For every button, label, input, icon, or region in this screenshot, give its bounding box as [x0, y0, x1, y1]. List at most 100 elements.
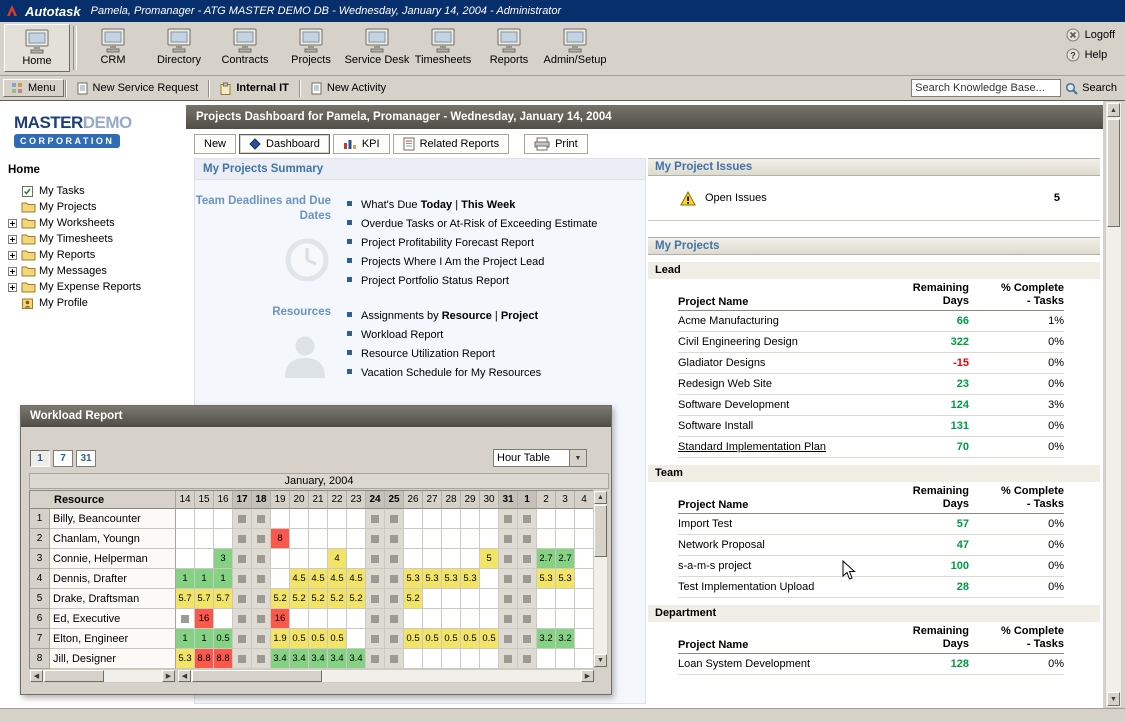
open-issues-link[interactable]: Open Issues [705, 192, 767, 204]
workload-hours-cell[interactable]: 3.4 [309, 649, 328, 669]
sidebar-item-my-projects[interactable]: My Projects [0, 199, 186, 215]
help-button[interactable]: ?Help [1066, 48, 1115, 62]
workload-hours-cell[interactable]: 2.7 [537, 549, 556, 569]
workload-hours-cell[interactable]: 0.5 [290, 629, 309, 649]
summary-link[interactable]: What's Due Today | This Week [347, 196, 645, 215]
sidebar-item-my-timesheets[interactable]: My Timesheets [0, 231, 186, 247]
toolbar-projects-button[interactable]: Projects [278, 24, 344, 72]
workload-hours-cell[interactable]: 5.2 [309, 589, 328, 609]
workload-hours-cell[interactable]: 0.5 [461, 629, 480, 649]
toolbar-home-button[interactable]: Home [4, 24, 70, 72]
workload-hours-cell[interactable]: 1 [195, 569, 214, 589]
scroll-left-button[interactable]: ◀ [178, 670, 191, 682]
calendar-7-day-button[interactable]: 7 [53, 450, 73, 467]
tab-related-reports[interactable]: Related Reports [393, 134, 510, 154]
workload-hours-cell[interactable]: 5.2 [271, 589, 290, 609]
workload-hours-cell[interactable]: 5.2 [347, 589, 366, 609]
resource-name-link[interactable]: Jill, Designer [50, 649, 176, 669]
summary-link[interactable]: Project Portfolio Status Report [347, 272, 645, 291]
workload-hours-cell[interactable]: 3 [214, 549, 233, 569]
tab-dashboard[interactable]: Dashboard [239, 134, 330, 154]
workload-hours-cell[interactable]: 5.2 [290, 589, 309, 609]
project-name-link[interactable]: Test Implementation Upload [678, 581, 874, 593]
workload-hours-cell[interactable]: 5.3 [423, 569, 442, 589]
workload-hours-cell[interactable]: 5.2 [328, 589, 347, 609]
workload-hours-cell[interactable]: 4.5 [309, 569, 328, 589]
scroll-thumb[interactable] [594, 505, 607, 557]
workload-hours-cell[interactable]: 0.5 [404, 629, 423, 649]
resource-name-link[interactable]: Ed, Executive [50, 609, 176, 629]
sidebar-item-my-worksheets[interactable]: My Worksheets [0, 215, 186, 231]
workload-hours-cell[interactable]: 1.9 [271, 629, 290, 649]
resource-name-link[interactable]: Connie, Helperman [50, 549, 176, 569]
sidebar-item-my-tasks[interactable]: My Tasks [0, 183, 186, 199]
resource-name-link[interactable]: Drake, Draftsman [50, 589, 176, 609]
workload-hours-cell[interactable]: 5.3 [404, 569, 423, 589]
scroll-thumb[interactable] [44, 670, 104, 682]
workload-hours-cell[interactable]: 2.7 [556, 549, 575, 569]
workload-hours-cell[interactable]: 1 [176, 569, 195, 589]
workload-hours-cell[interactable]: 5.7 [176, 589, 195, 609]
project-name-link[interactable]: Network Proposal [678, 539, 874, 551]
workload-hours-cell[interactable]: 0.5 [480, 629, 499, 649]
scroll-thumb[interactable] [1107, 119, 1120, 227]
workload-hours-cell[interactable]: 1 [214, 569, 233, 589]
tab-kpi[interactable]: KPI [333, 134, 390, 154]
workload-hours-cell[interactable]: 4.5 [328, 569, 347, 589]
workload-hours-cell[interactable]: 0.5 [442, 629, 461, 649]
project-name-link[interactable]: Software Development [678, 399, 874, 411]
workload-hours-cell[interactable]: 8 [271, 529, 290, 549]
project-name-link[interactable]: Civil Engineering Design [678, 336, 874, 348]
scroll-down-button[interactable]: ▼ [594, 654, 607, 667]
workload-hours-cell[interactable]: 16 [195, 609, 214, 629]
workload-hours-cell[interactable]: 5.7 [214, 589, 233, 609]
workload-hours-cell[interactable]: 5.2 [404, 589, 423, 609]
workload-hours-cell[interactable]: 0.5 [328, 629, 347, 649]
toolbar-timesheets-button[interactable]: Timesheets [410, 24, 476, 72]
workload-hours-cell[interactable]: 3.4 [328, 649, 347, 669]
tree-expander-icon[interactable] [8, 219, 21, 228]
calendar-31-day-button[interactable]: 31 [76, 450, 96, 467]
toolbar-directory-button[interactable]: Directory [146, 24, 212, 72]
workload-hours-cell[interactable]: 5.3 [556, 569, 575, 589]
workload-hours-cell[interactable]: 4 [328, 549, 347, 569]
project-name-link[interactable]: Loan System Development [678, 658, 874, 670]
workload-hours-cell[interactable]: 0.5 [309, 629, 328, 649]
project-name-link[interactable]: Acme Manufacturing [678, 315, 874, 327]
workload-hours-cell[interactable]: 4.5 [290, 569, 309, 589]
scroll-thumb[interactable] [192, 670, 322, 682]
scroll-right-button[interactable]: ▶ [162, 670, 175, 682]
workload-hours-cell[interactable]: 5.3 [537, 569, 556, 589]
summary-link[interactable]: Assignments by Resource | Project [347, 307, 645, 326]
toolbar-contracts-button[interactable]: Contracts [212, 24, 278, 72]
resource-name-link[interactable]: Billy, Beancounter [50, 509, 176, 529]
workload-hours-cell[interactable]: 5.3 [442, 569, 461, 589]
resource-name-link[interactable]: Elton, Engineer [50, 629, 176, 649]
sidebar-item-my-messages[interactable]: My Messages [0, 263, 186, 279]
menu-item-internal-it[interactable]: Internal IT [211, 82, 298, 95]
toolbar-service-desk-button[interactable]: Service Desk [344, 24, 410, 72]
menu-item-new-service-request[interactable]: New Service Request [68, 82, 208, 95]
logoff-button[interactable]: Logoff [1066, 28, 1115, 42]
tab-print[interactable]: Print [524, 134, 588, 154]
menu-item-menu[interactable]: Menu [3, 79, 64, 97]
workload-hours-cell[interactable]: 8.8 [195, 649, 214, 669]
toolbar-admin-setup-button[interactable]: Admin/Setup [542, 24, 608, 72]
summary-link[interactable]: Vacation Schedule for My Resources [347, 364, 645, 383]
scroll-down-button[interactable]: ▼ [1107, 692, 1120, 706]
toolbar-reports-button[interactable]: Reports [476, 24, 542, 72]
workload-hours-cell[interactable]: 3.4 [271, 649, 290, 669]
tree-expander-icon[interactable] [8, 283, 21, 292]
sidebar-item-my-expense-reports[interactable]: My Expense Reports [0, 279, 186, 295]
workload-hours-cell[interactable]: 3.4 [347, 649, 366, 669]
tab-new[interactable]: New [194, 134, 236, 154]
workload-hours-cell[interactable]: 3.2 [537, 629, 556, 649]
workload-hours-cell[interactable]: 4.5 [347, 569, 366, 589]
scroll-right-button[interactable]: ▶ [581, 670, 594, 682]
project-name-link[interactable]: Redesign Web Site [678, 378, 874, 390]
project-name-link[interactable]: Gladiator Designs [678, 357, 874, 369]
sidebar-item-my-profile[interactable]: My Profile [0, 295, 186, 311]
calendar-1-day-button[interactable]: 1 [30, 450, 50, 467]
project-name-link[interactable]: Software Install [678, 420, 874, 432]
workload-hours-cell[interactable]: 3.4 [290, 649, 309, 669]
